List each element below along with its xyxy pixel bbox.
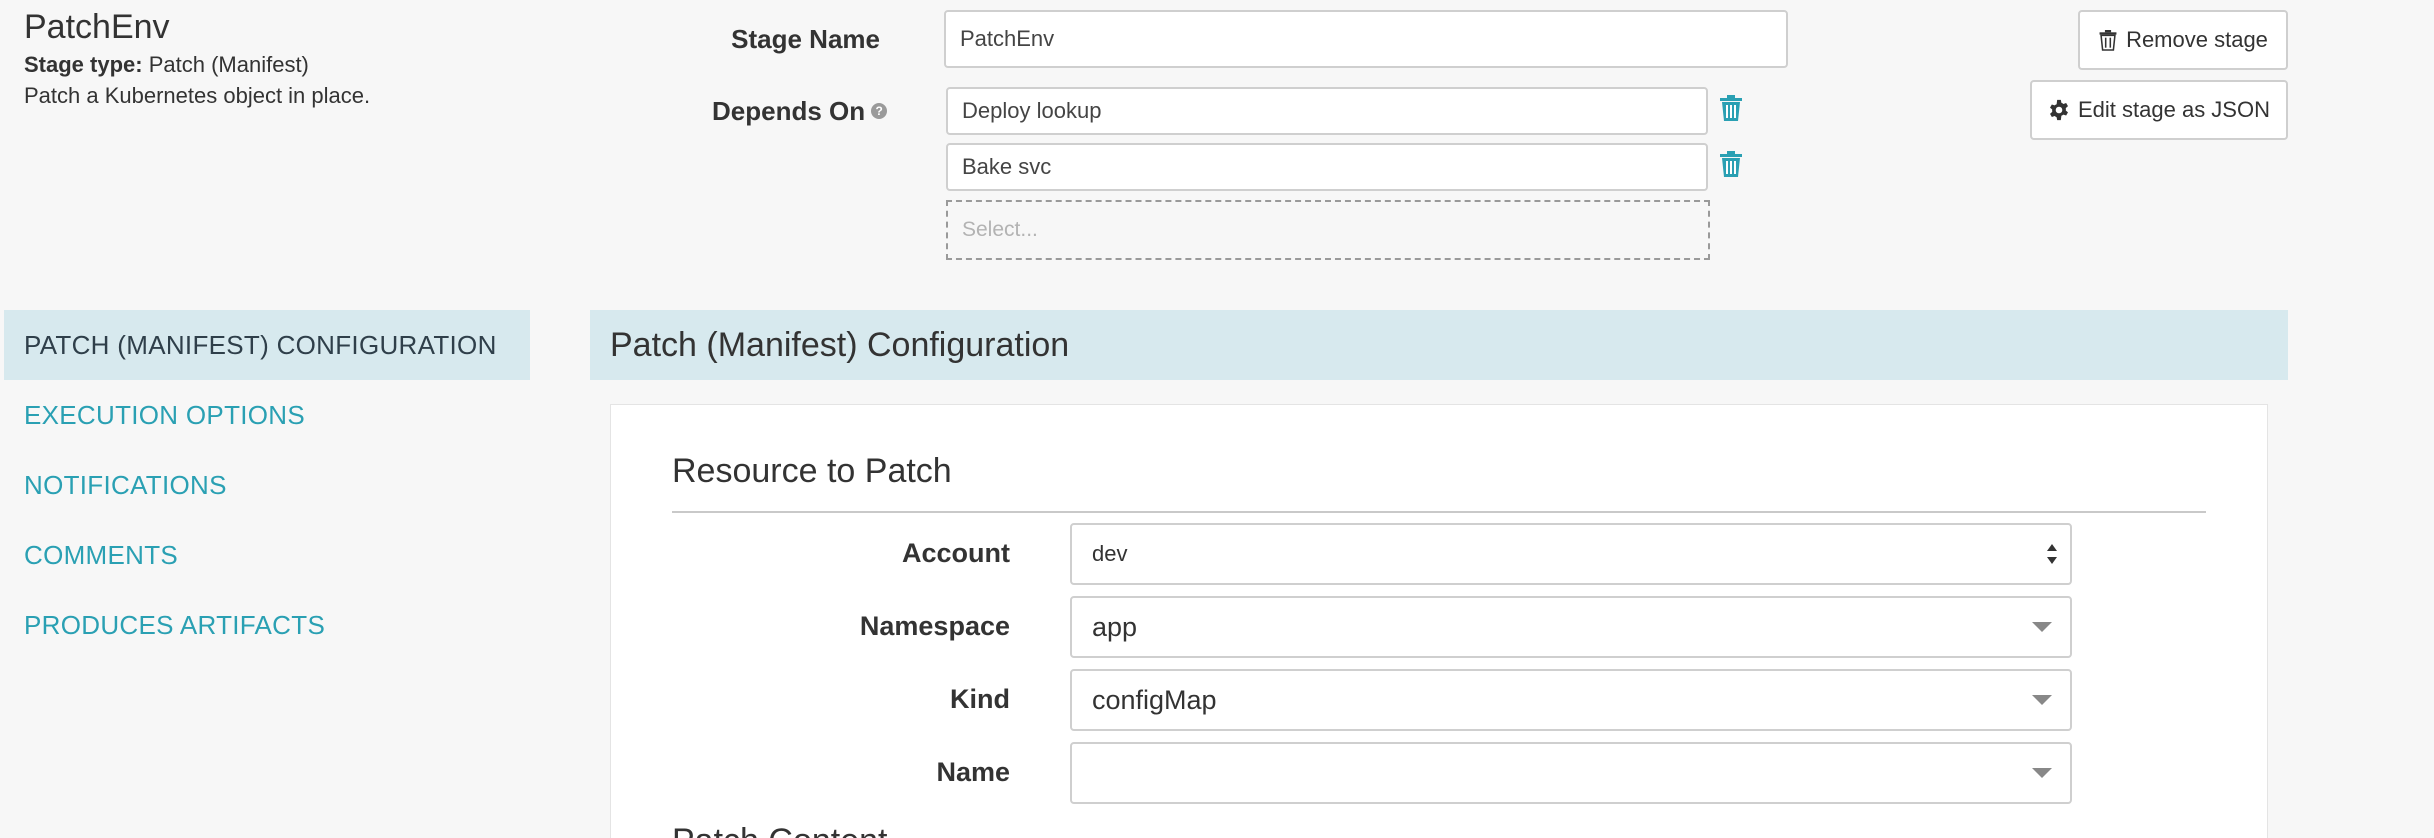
chevron-down-icon [2032, 695, 2052, 705]
depends-on-item-label: Bake svc [962, 154, 1052, 179]
depends-on-placeholder: Select... [962, 218, 1038, 241]
stage-title: PatchEnv [24, 8, 170, 46]
divider [672, 511, 2206, 513]
depends-on-item[interactable]: Bake svc [946, 143, 1708, 191]
stage-name-value: PatchEnv [960, 26, 1055, 51]
trash-icon [2099, 30, 2117, 51]
nav-item-patch-manifest-configuration[interactable]: PATCH (MANIFEST) CONFIGURATION [4, 310, 530, 380]
nav-item-notifications[interactable]: NOTIFICATIONS [4, 450, 530, 520]
nav-item-label: EXECUTION OPTIONS [24, 399, 306, 430]
trash-icon[interactable] [1718, 94, 1744, 122]
section-title: Patch (Manifest) Configuration [610, 325, 1070, 364]
nav-item-label: NOTIFICATIONS [24, 469, 227, 500]
kind-select[interactable]: configMap [1070, 669, 2072, 731]
kind-value: configMap [1092, 684, 1217, 715]
depends-on-item[interactable]: Deploy lookup [946, 87, 1708, 135]
namespace-value: app [1092, 611, 1138, 642]
chevron-down-icon [2032, 622, 2052, 632]
trash-icon[interactable] [1718, 150, 1744, 178]
nav-item-label: PATCH (MANIFEST) CONFIGURATION [24, 329, 497, 360]
kind-label: Kind [950, 684, 1010, 714]
question-circle-icon[interactable]: ? [871, 103, 888, 120]
gear-icon [2050, 99, 2068, 121]
depends-on-label-text: Depends On [712, 96, 866, 126]
stage-name-input[interactable]: PatchEnv [944, 10, 1788, 68]
stage-config-page: PatchEnv Stage type: Patch (Manifest) Pa… [0, 0, 2434, 838]
namespace-label: Namespace [859, 611, 1010, 641]
name-label: Name [936, 757, 1010, 787]
select-arrows-icon [2047, 544, 2057, 564]
depends-on-label: Depends On? [700, 96, 902, 127]
nav-item-label: PRODUCES ARTIFACTS [24, 609, 326, 640]
stage-type-value: Patch (Manifest) [148, 52, 309, 77]
depends-on-select[interactable]: Select... [946, 200, 1710, 260]
stage-type-label: Stage type: [24, 52, 143, 77]
depends-on-item-label: Deploy lookup [962, 98, 1102, 123]
chevron-down-icon [2032, 768, 2052, 778]
edit-stage-json-button[interactable]: Edit stage as JSON [2030, 80, 2288, 140]
nav-item-label: COMMENTS [24, 539, 179, 570]
stage-type: Stage type: Patch (Manifest) [24, 52, 309, 78]
stage-name-label: Stage Name [731, 24, 880, 54]
account-label: Account [902, 538, 1010, 568]
stage-description: Patch a Kubernetes object in place. [24, 83, 371, 108]
nav-item-produces-artifacts[interactable]: PRODUCES ARTIFACTS [4, 590, 530, 660]
edit-stage-json-label: Edit stage as JSON [2078, 97, 2270, 122]
remove-stage-label: Remove stage [2126, 27, 2268, 52]
section-header: Patch (Manifest) Configuration [590, 310, 2288, 380]
account-select[interactable]: dev [1070, 523, 2072, 585]
resource-to-patch-title: Resource to Patch [672, 452, 952, 490]
account-value: dev [1092, 541, 1128, 566]
namespace-select[interactable]: app [1070, 596, 2072, 658]
nav-item-execution-options[interactable]: EXECUTION OPTIONS [4, 380, 530, 450]
name-select[interactable] [1070, 742, 2072, 804]
nav-item-comments[interactable]: COMMENTS [4, 520, 530, 590]
remove-stage-button[interactable]: Remove stage [2078, 10, 2288, 70]
patch-content-heading: Patch Content [672, 822, 887, 838]
